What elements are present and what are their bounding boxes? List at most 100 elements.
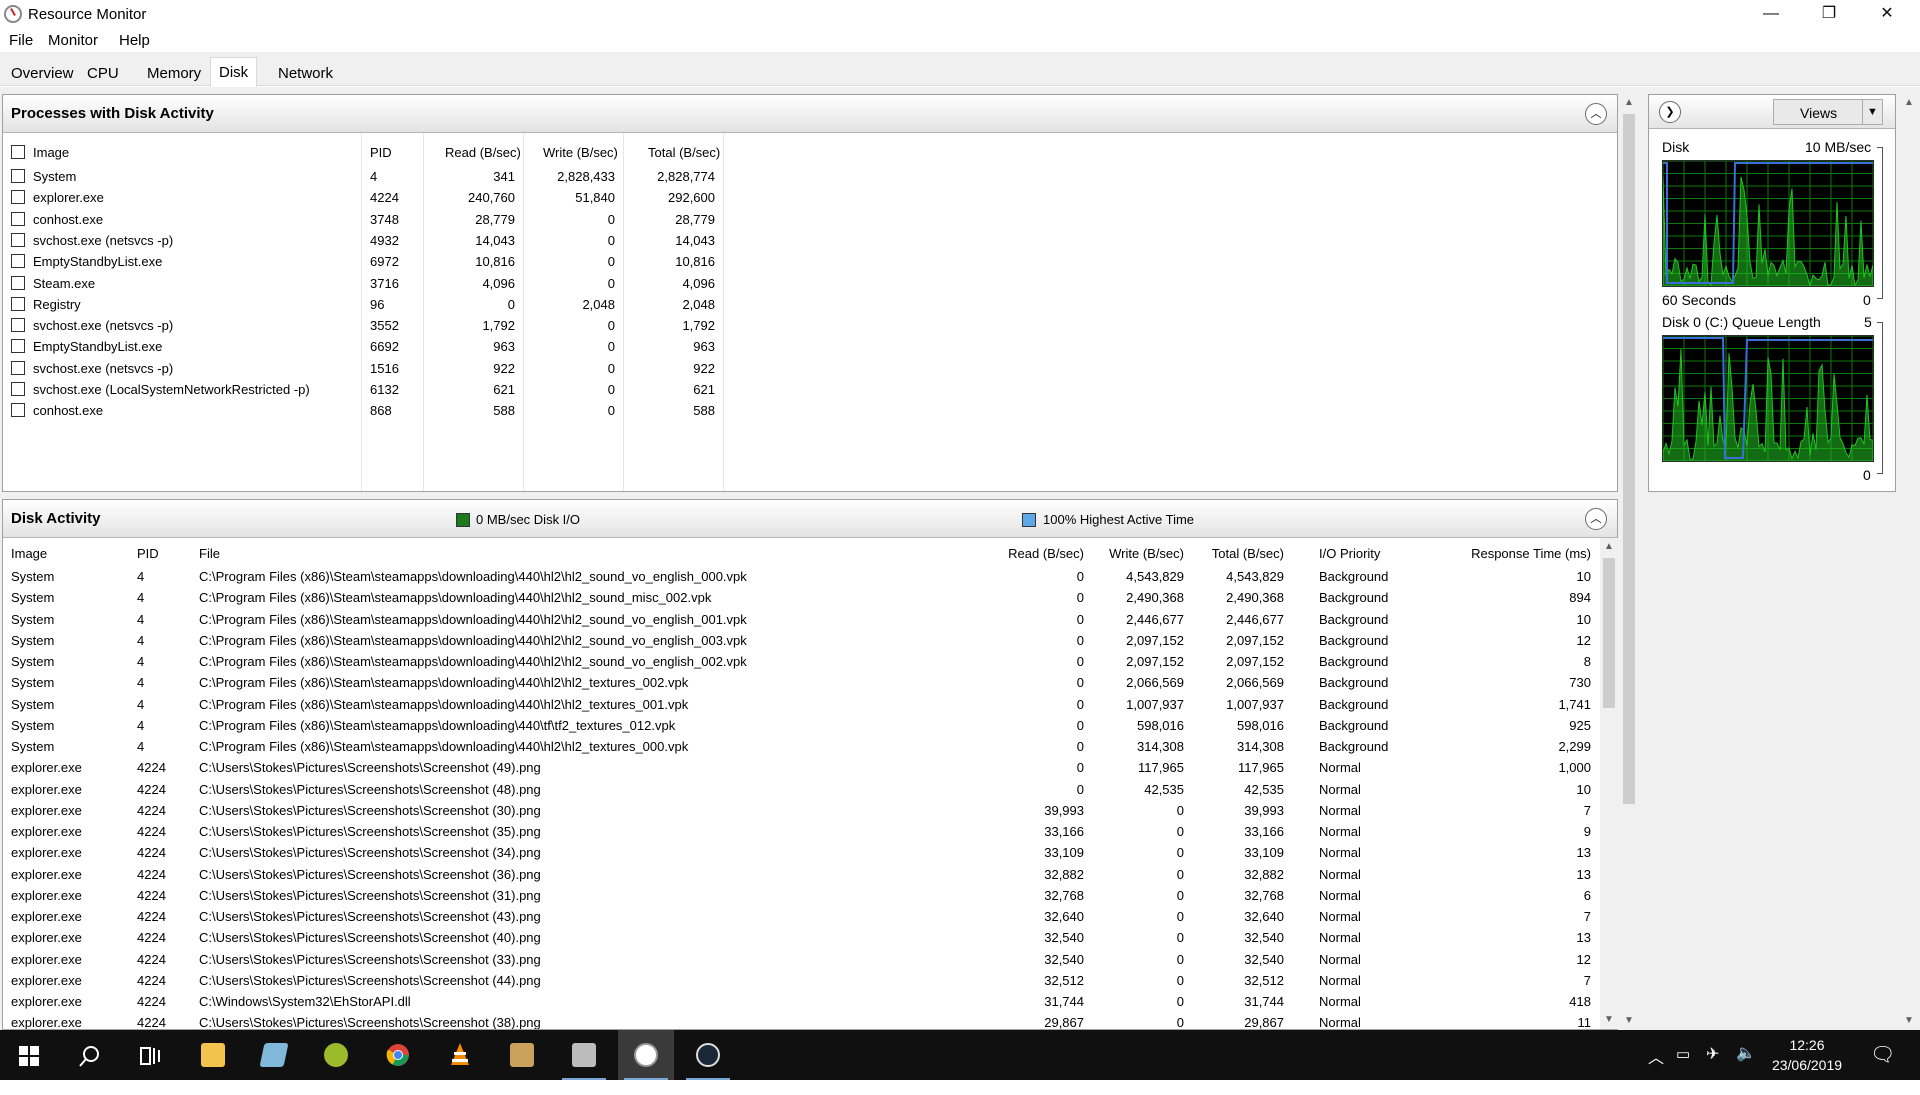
search-button[interactable] [62,1030,118,1080]
column-header-pid[interactable]: PID [370,145,392,160]
disk-activity-row[interactable]: System 4 C:\Program Files (x86)\Steam\stea… [3,715,1601,736]
process-checkbox[interactable] [11,190,25,205]
process-checkbox[interactable] [11,254,25,269]
minimize-button[interactable]: — [1742,0,1800,30]
process-checkbox[interactable] [11,211,25,226]
disk-activity-header[interactable]: Disk Activity 0 MB/sec Disk I/O 100% Hig… [3,500,1617,538]
disk-activity-row[interactable]: explorer.exe 4224 C:\Users\Stokes\Pictures… [3,800,1601,821]
disk-activity-row[interactable]: System 4 C:\Program Files (x86)\Steam\stea… [3,694,1601,715]
tab-overview[interactable]: Overview [3,59,82,86]
clock-date[interactable]: 23/06/2019 [1762,1057,1852,1073]
disk-activity-row[interactable]: explorer.exe 4224 C:\Users\Stokes\Pictures… [3,1012,1601,1029]
column-header-image[interactable]: Image [11,546,47,561]
taskbar-steam[interactable] [680,1030,736,1080]
restore-button[interactable]: ❐ [1800,0,1858,30]
taskbar-chrome[interactable] [370,1030,426,1080]
column-header-total[interactable]: Total (B/sec) [648,145,720,160]
tab-disk[interactable]: Disk [210,57,258,87]
process-row[interactable]: svchost.exe (netsvcs -p) 1516 922 0 922 [3,358,723,379]
process-checkbox[interactable] [11,318,25,333]
graph-panel-scrollbar[interactable]: ▲ ▼ [1900,94,1918,1030]
column-header-io-priority[interactable]: I/O Priority [1319,546,1380,561]
volume-icon[interactable]: 🔈 [1736,1043,1756,1093]
scroll-thumb[interactable] [1623,114,1635,804]
views-dropdown[interactable]: Views ▼ [1773,99,1883,125]
disk-activity-row[interactable]: System 4 C:\Program Files (x86)\Steam\stea… [3,566,1601,587]
menu-file[interactable]: File [9,32,33,49]
process-row[interactable]: EmptyStandbyList.exe 6972 10,816 0 10,816 [3,251,723,272]
taskbar-paint[interactable] [494,1030,550,1080]
process-row[interactable]: svchost.exe (LocalSystemNetworkRestricte… [3,379,723,400]
process-row[interactable]: svchost.exe (netsvcs -p) 3552 1,792 0 1,792 [3,315,723,336]
scroll-up-arrow[interactable]: ▲ [1600,538,1618,556]
main-scrollbar[interactable]: ▲ ▼ [1620,94,1638,1030]
column-header-pid[interactable]: PID [137,546,159,561]
disk-activity-row[interactable]: System 4 C:\Program Files (x86)\Steam\stea… [3,630,1601,651]
tab-network[interactable]: Network [270,59,341,86]
airplane-mode-icon[interactable]: ✈ [1706,1044,1719,1094]
process-checkbox[interactable] [11,275,25,290]
disk-activity-row[interactable]: explorer.exe 4224 C:\Users\Stokes\Pictures… [3,906,1601,927]
disk-activity-row[interactable]: explorer.exe 4224 C:\Users\Stokes\Pictures… [3,885,1601,906]
process-row[interactable]: conhost.exe 3748 28,779 0 28,779 [3,209,723,230]
process-checkbox[interactable] [11,339,25,354]
process-row[interactable]: EmptyStandbyList.exe 6692 963 0 963 [3,336,723,357]
collapse-processes-button[interactable]: ︿ [1585,103,1607,125]
disk-activity-row[interactable]: System 4 C:\Program Files (x86)\Steam\stea… [3,736,1601,757]
process-checkbox[interactable] [11,360,25,375]
select-all-checkbox[interactable] [11,145,25,159]
disk-activity-row[interactable]: System 4 C:\Program Files (x86)\Steam\stea… [3,672,1601,693]
process-checkbox[interactable] [11,403,25,418]
column-header-write[interactable]: Write (B/sec) [543,145,618,160]
disk-activity-row[interactable]: explorer.exe 4224 C:\Users\Stokes\Pictures… [3,949,1601,970]
process-row[interactable]: System 4 341 2,828,433 2,828,774 [3,166,723,187]
disk-activity-row[interactable]: explorer.exe 4224 C:\Users\Stokes\Pictures… [3,842,1601,863]
column-header-write[interactable]: Write (B/sec) [1091,546,1184,561]
disk-activity-row[interactable]: System 4 C:\Program Files (x86)\Steam\stea… [3,609,1601,630]
process-checkbox[interactable] [11,169,25,183]
process-row[interactable]: explorer.exe 4224 240,760 51,840 292,600 [3,187,723,208]
task-view-button[interactable] [122,1030,178,1080]
taskbar-notepad[interactable] [246,1030,302,1080]
process-row[interactable]: svchost.exe (netsvcs -p) 4932 14,043 0 14,04… [3,230,723,251]
column-header-read[interactable]: Read (B/sec) [991,546,1084,561]
process-checkbox[interactable] [11,382,25,396]
scroll-up-arrow[interactable]: ▲ [1900,94,1918,112]
disk-activity-row[interactable]: explorer.exe 4224 C:\Users\Stokes\Pictures… [3,864,1601,885]
disk-activity-row[interactable]: explorer.exe 4224 C:\Users\Stokes\Pictures… [3,779,1601,800]
scroll-thumb[interactable] [1603,558,1615,708]
disk-activity-row[interactable]: explorer.exe 4224 C:\Users\Stokes\Pictures… [3,927,1601,948]
chevron-up-icon[interactable]: ︿ [1648,1044,1664,1094]
process-row[interactable]: Registry 96 0 2,048 2,048 [3,294,723,315]
taskbar-resource-monitor[interactable] [618,1030,674,1080]
disk-activity-row[interactable]: explorer.exe 4224 C:\Users\Stokes\Pictures… [3,970,1601,991]
process-row[interactable]: conhost.exe 868 588 0 588 [3,400,723,421]
taskbar-drive[interactable] [556,1030,612,1080]
processes-header[interactable]: Processes with Disk Activity ︿ [3,95,1617,133]
clock-time[interactable]: 12:26 [1762,1037,1852,1053]
start-button[interactable] [0,1030,56,1080]
scroll-down-arrow[interactable]: ▼ [1900,1012,1918,1030]
taskbar-file-explorer[interactable] [185,1030,241,1080]
taskbar-vlc[interactable] [432,1030,488,1080]
battery-icon[interactable]: ▭ [1676,1045,1690,1095]
process-checkbox[interactable] [11,296,25,311]
scroll-down-arrow[interactable]: ▼ [1620,1012,1638,1030]
chevron-down-icon[interactable]: ▼ [1862,100,1882,124]
notifications-icon[interactable]: 🗨 [1870,1042,1895,1092]
column-header-read[interactable]: Read (B/sec) [445,145,521,160]
disk-activity-row[interactable]: explorer.exe 4224 C:\Users\Stokes\Pictures… [3,821,1601,842]
disk-activity-row[interactable]: System 4 C:\Program Files (x86)\Steam\stea… [3,651,1601,672]
column-header-file[interactable]: File [199,546,220,561]
column-header-total[interactable]: Total (B/sec) [1191,546,1284,561]
disk-activity-row[interactable]: System 4 C:\Program Files (x86)\Steam\stea… [3,587,1601,608]
close-button[interactable]: ✕ [1858,0,1916,30]
disk-activity-row[interactable]: explorer.exe 4224 C:\Windows\System32\EhSt… [3,991,1601,1012]
menu-help[interactable]: Help [119,32,150,49]
menu-monitor[interactable]: Monitor [48,32,98,49]
disk-activity-scrollbar[interactable]: ▲ ▼ [1600,538,1618,1029]
process-checkbox[interactable] [11,232,25,247]
tab-cpu[interactable]: CPU [79,59,127,86]
taskbar-app[interactable] [308,1030,364,1080]
column-header-response-time[interactable]: Response Time (ms) [1423,546,1591,561]
